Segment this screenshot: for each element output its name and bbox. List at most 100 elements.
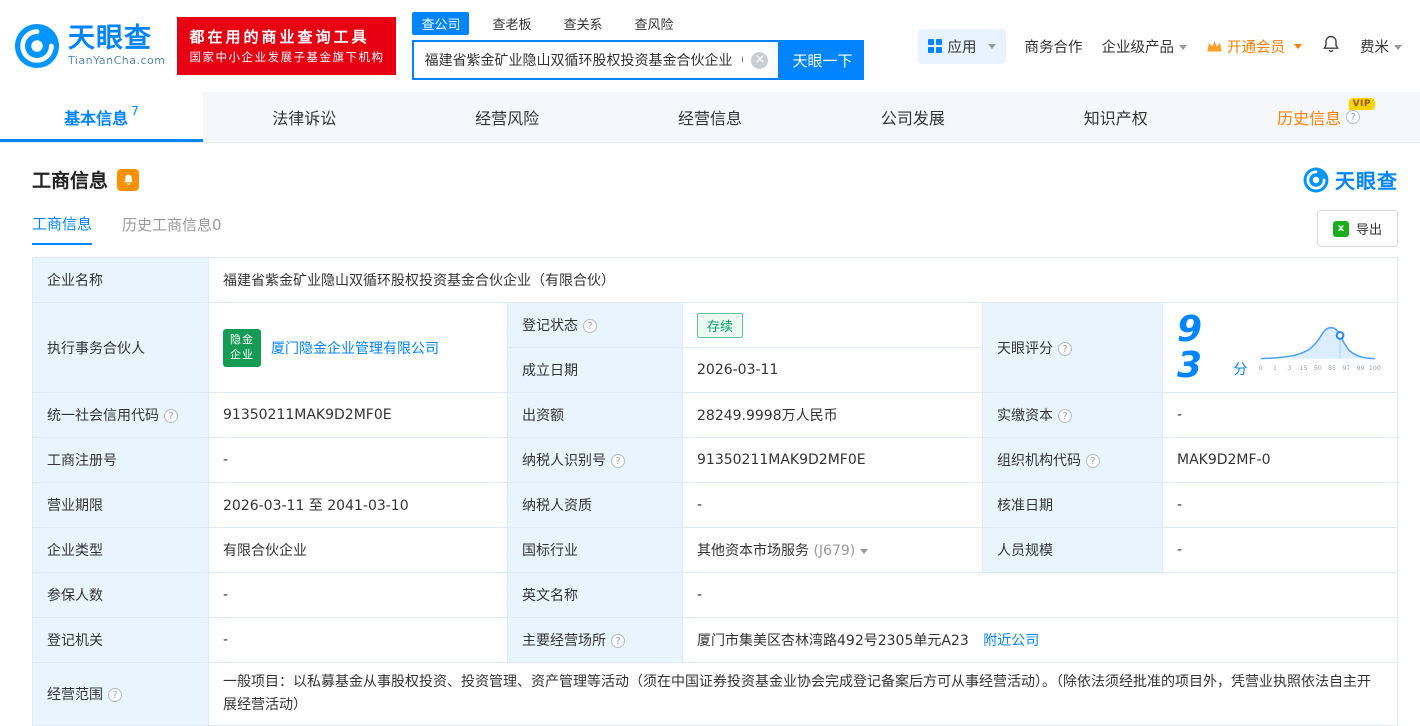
- search-button[interactable]: 天眼一下: [780, 40, 864, 80]
- business-scope-text: 一般项目：以私募基金从事股权投资、投资管理、资产管理等活动（须在中国证券投资基金…: [223, 671, 1383, 717]
- row-term-quality-approval: 营业期限 2026-03-11 至 2041-03-10 纳税人资质 - 核准日…: [33, 483, 1398, 528]
- field-label-executive-partner: 执行事务合伙人: [33, 303, 209, 393]
- company-name-value: 福建省紫金矿业隐山双循环股权投资基金合伙企业（有限合伙）: [209, 258, 1398, 303]
- nav-enterprise-products[interactable]: 企业级产品: [1102, 36, 1188, 57]
- business-term-value: 2026-03-11 至 2041-03-10: [209, 483, 508, 528]
- help-icon[interactable]: ?: [164, 409, 178, 423]
- tab-legal-litigation[interactable]: 法律诉讼: [203, 92, 406, 142]
- svg-text:1: 1: [1273, 365, 1277, 372]
- search-tab-company[interactable]: 查公司: [412, 12, 469, 35]
- tab-label: 基本信息: [64, 105, 128, 129]
- partner-company-link[interactable]: 厦门隐金企业管理有限公司: [271, 338, 439, 358]
- chevron-down-icon: [1179, 45, 1187, 50]
- reg-authority-value: -: [209, 618, 508, 663]
- reg-status-value: 存续: [683, 303, 983, 348]
- establish-date-value: 2026-03-11: [683, 348, 983, 393]
- section-title: 工商信息: [32, 166, 108, 193]
- chevron-down-icon[interactable]: [860, 549, 868, 554]
- score-distribution-chart: 0 1 3 15 50 85 97 99 100: [1255, 319, 1383, 377]
- field-label-text: 经营范围: [47, 687, 103, 703]
- tianyancha-logo-icon: [1303, 167, 1329, 193]
- tab-label: 历史信息: [1277, 105, 1341, 129]
- svg-text:0: 0: [1259, 365, 1263, 372]
- tab-intellectual-property[interactable]: 知识产权: [1014, 92, 1217, 142]
- help-icon[interactable]: ?: [583, 319, 597, 333]
- field-label-business-place: 主要经营场所?: [508, 618, 683, 663]
- logo-subtitle: TianYanCha.com: [68, 54, 165, 67]
- slogan-line2: 国家中小企业发展子基金旗下机构: [189, 49, 384, 66]
- field-label-establish-date: 成立日期: [508, 348, 683, 393]
- search-area: 查公司 查老板 查关系 查风险 × 天眼一下: [412, 12, 864, 80]
- industry-code: (J679): [813, 543, 855, 559]
- field-label-text: 统一社会信用代码: [47, 408, 159, 424]
- tab-company-development[interactable]: 公司发展: [811, 92, 1014, 142]
- search-input-wrap: ×: [412, 40, 780, 80]
- search-tab-risk[interactable]: 查风险: [626, 12, 683, 35]
- chevron-down-icon: [1394, 45, 1402, 50]
- export-button[interactable]: x 导出: [1317, 210, 1398, 247]
- tab-history-info[interactable]: VIP 历史信息 ?: [1217, 92, 1420, 142]
- search-tab-relation[interactable]: 查关系: [554, 12, 611, 35]
- search-tab-boss[interactable]: 查老板: [483, 12, 540, 35]
- search-input[interactable]: [414, 52, 751, 68]
- help-icon[interactable]: ?: [108, 688, 122, 702]
- tab-operating-info[interactable]: 经营信息: [609, 92, 812, 142]
- tab-label: 知识产权: [1084, 105, 1148, 129]
- tab-basic-info[interactable]: 基本信息 7: [0, 92, 203, 142]
- svg-text:97: 97: [1343, 365, 1351, 372]
- subscribe-bell-icon[interactable]: [117, 169, 139, 191]
- help-icon[interactable]: ?: [1058, 342, 1072, 356]
- field-label-org-code: 组织机构代码?: [983, 438, 1163, 483]
- credit-code-value: 91350211MAK9D2MF0E: [209, 393, 508, 438]
- apps-menu[interactable]: 应用: [918, 29, 1006, 64]
- svg-text:100: 100: [1369, 365, 1381, 372]
- row-credit-capital: 统一社会信用代码? 91350211MAK9D2MF0E 出资额 28249.9…: [33, 393, 1398, 438]
- field-label-reg-status: 登记状态?: [508, 303, 683, 348]
- taxpayer-quality-value: -: [683, 483, 983, 528]
- field-label-staff-size: 人员规模: [983, 528, 1163, 573]
- row-company-name: 企业名称 福建省紫金矿业隐山双循环股权投资基金合伙企业（有限合伙）: [33, 258, 1398, 303]
- field-label-text: 登记状态: [522, 318, 578, 334]
- tianyancha-watermark: 天眼查: [1303, 165, 1398, 194]
- field-label-approval-date: 核准日期: [983, 483, 1163, 528]
- logo-title: 天眼查: [68, 25, 165, 53]
- company-section-tabs: 基本信息 7 法律诉讼 经营风险 经营信息 公司发展 知识产权 VIP 历史信息…: [0, 92, 1420, 143]
- notification-bell-icon[interactable]: [1321, 34, 1341, 58]
- clear-search-icon[interactable]: ×: [751, 52, 768, 69]
- nav-business-cooperation[interactable]: 商务合作: [1025, 36, 1083, 57]
- slogan-badge: 都在用的商业查询工具 国家中小企业发展子基金旗下机构: [177, 17, 396, 75]
- help-icon[interactable]: ?: [1086, 454, 1100, 468]
- staff-size-value: -: [1163, 528, 1398, 573]
- field-label-paid-capital: 实缴资本?: [983, 393, 1163, 438]
- row-business-scope: 经营范围? 一般项目：以私募基金从事股权投资、投资管理、资产管理等活动（须在中国…: [33, 663, 1398, 726]
- tianyancha-logo[interactable]: 天眼查 TianYanCha.com: [14, 23, 165, 69]
- field-label-text: 组织机构代码: [997, 453, 1081, 469]
- svg-text:85: 85: [1328, 365, 1336, 372]
- nav-enterprise-products-label: 企业级产品: [1102, 40, 1175, 56]
- field-label-taxpayer-id: 纳税人识别号?: [508, 438, 683, 483]
- field-label-capital: 出资额: [508, 393, 683, 438]
- org-code-value: MAK9D2MF-0: [1163, 438, 1398, 483]
- field-label-text: 天眼评分: [997, 341, 1053, 357]
- nav-open-vip[interactable]: 开通会员: [1206, 36, 1302, 57]
- partner-logo-line2: 企业: [230, 348, 254, 362]
- help-icon[interactable]: ?: [611, 634, 625, 648]
- tab-label: 法律诉讼: [272, 105, 336, 129]
- partner-company-logo: 隐金 企业: [223, 329, 261, 367]
- executive-partner-cell: 隐金 企业 厦门隐金企业管理有限公司: [209, 303, 508, 393]
- help-icon[interactable]: ?: [1346, 110, 1360, 124]
- apps-label: 应用: [948, 36, 977, 57]
- help-icon[interactable]: ?: [1058, 409, 1072, 423]
- nearby-companies-link[interactable]: 附近公司: [983, 633, 1039, 649]
- tab-operating-risk[interactable]: 经营风险: [406, 92, 609, 142]
- field-label-business-scope: 经营范围?: [33, 663, 209, 726]
- industry-name: 其他资本市场服务: [697, 543, 809, 559]
- english-name-value: -: [683, 573, 1398, 618]
- row-regnum-taxid: 工商注册号 - 纳税人识别号? 91350211MAK9D2MF0E 组织机构代…: [33, 438, 1398, 483]
- nav-user-menu[interactable]: 费米: [1360, 36, 1402, 57]
- subtab-business-info[interactable]: 工商信息: [32, 213, 92, 245]
- subtab-history-business-info[interactable]: 历史工商信息0: [122, 214, 222, 244]
- header-right-nav: 应用 商务合作 企业级产品 开通会员 费米: [918, 29, 1403, 64]
- svg-text:3: 3: [1288, 365, 1292, 372]
- help-icon[interactable]: ?: [611, 454, 625, 468]
